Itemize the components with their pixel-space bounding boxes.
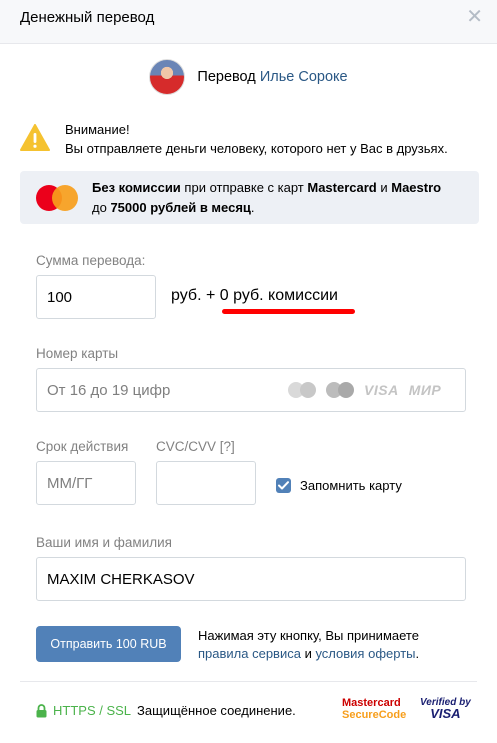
lock-icon: [36, 703, 47, 717]
expiry-label: Срок действия: [36, 439, 129, 454]
recipient-prefix: Перевод: [197, 69, 256, 85]
close-icon[interactable]: ✕: [466, 7, 483, 27]
https-label: HTTPS / SSL: [53, 703, 132, 718]
maestro-icon: [288, 382, 316, 398]
avatar[interactable]: [149, 59, 186, 95]
warning-notice: Внимание! Вы отправляете деньги человеку…: [20, 122, 480, 162]
highlight-underline: [222, 309, 355, 314]
no-commission-banner: Без комиссии при отправке с карт Masterc…: [20, 171, 479, 224]
card-number-label: Номер карты: [36, 346, 119, 361]
modal-header: Денежный перевод ✕: [0, 0, 497, 44]
cvc-input[interactable]: [156, 461, 256, 505]
verified-by-visa-logo: Verified by VISA: [420, 697, 471, 721]
footer-divider: [20, 681, 477, 682]
card-brands: VISA МИР: [288, 380, 441, 400]
remember-card-label[interactable]: Запомнить карту: [300, 478, 402, 493]
recipient-row: Перевод Илье Сороке: [0, 58, 497, 96]
checkbox-checked-icon[interactable]: [276, 477, 291, 493]
modal-title: Денежный перевод: [20, 9, 155, 26]
terms-line-2: правила сервиса и условия оферты.: [198, 646, 420, 661]
expiry-input[interactable]: [36, 461, 136, 505]
recipient-name-link[interactable]: Илье Сороке: [260, 69, 348, 85]
warning-text: Вы отправляете деньги человеку, которого…: [65, 141, 448, 156]
secure-text: Защищённое соединение.: [137, 703, 296, 718]
send-button[interactable]: Отправить 100 RUB: [36, 626, 181, 662]
recipient-text: Перевод Илье Сороке: [197, 69, 347, 85]
mastercard-securecode-logo: Mastercard SecureCode: [342, 697, 407, 721]
secure-connection: HTTPS / SSL Защищённое соединение.: [36, 703, 296, 718]
remember-card-checkbox[interactable]: Запомнить карту: [276, 477, 402, 493]
terms-line-1: Нажимая эту кнопку, Вы принимаете: [198, 628, 419, 643]
promo-line-1: Без комиссии при отправке с карт Masterc…: [92, 180, 442, 195]
service-rules-link[interactable]: правила сервиса: [198, 646, 301, 661]
promo-line-2: до 75000 рублей в месяц.: [92, 200, 255, 215]
mastercard-logo-icon: [36, 185, 80, 211]
warning-icon: [20, 124, 50, 151]
commission-text: руб. + 0 руб. комиссии: [171, 287, 338, 304]
offer-terms-link[interactable]: условия оферты: [315, 646, 415, 661]
amount-input[interactable]: [36, 275, 156, 319]
mastercard-icon: [326, 382, 354, 398]
name-input[interactable]: [36, 557, 466, 601]
mir-icon: МИР: [408, 382, 442, 398]
warning-title: Внимание!: [65, 122, 130, 137]
name-label: Ваши имя и фамилия: [36, 535, 172, 550]
cvc-label: CVC/CVV [?]: [156, 439, 235, 454]
visa-icon: VISA: [364, 382, 399, 398]
amount-label: Сумма перевода:: [36, 253, 146, 268]
